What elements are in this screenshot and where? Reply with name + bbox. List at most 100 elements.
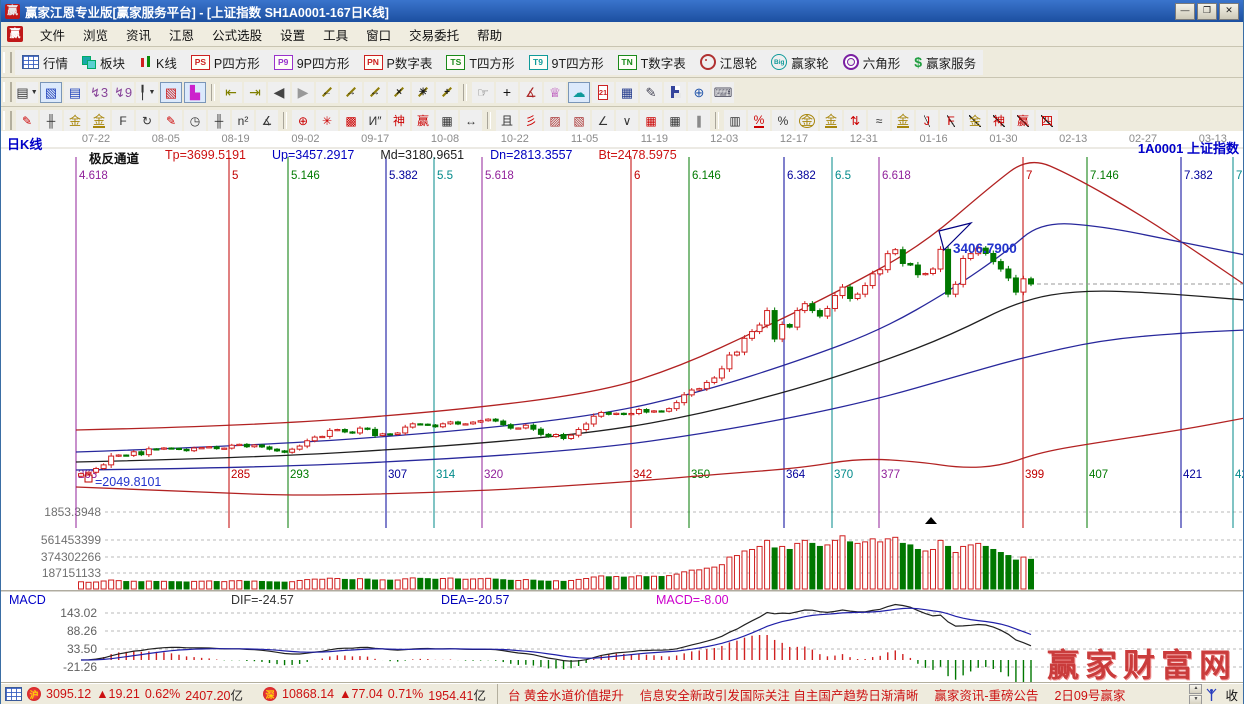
gold-comb-2-tool-button[interactable]: 金 [88, 110, 110, 131]
zoom-right-button[interactable]: → [340, 82, 362, 103]
zoom-left-button[interactable]: ← [316, 82, 338, 103]
spider-web-tool-button[interactable]: ▩ [340, 110, 362, 131]
info-panel-button[interactable]: ▤ [64, 82, 86, 103]
toolbar-winner-service-button[interactable]: $赢家服务 [907, 50, 983, 75]
comb-tool-button[interactable]: ╫ [40, 110, 62, 131]
toolbar-grip[interactable] [3, 82, 12, 102]
trend-lines-tool-button[interactable]: ∠ [592, 110, 614, 131]
notes-button[interactable]: ✎ [640, 82, 662, 103]
grid-arrow-tool-button[interactable]: ▦ [664, 110, 686, 131]
menu-item-browse[interactable]: 浏览 [74, 22, 117, 47]
parallel-lines-tool-button[interactable]: ∥ [688, 110, 710, 131]
page-prev-button[interactable]: ◀ [268, 82, 290, 103]
spin-up-icon[interactable]: ▲ [1189, 684, 1202, 694]
zoom-horizontal-button[interactable]: ↔ [364, 82, 386, 103]
zoom-compress-button[interactable]: × [388, 82, 410, 103]
quote-grid-icon[interactable] [5, 687, 22, 701]
toolbar-winner-wheel-button[interactable]: Big赢家轮 [764, 50, 836, 75]
smart-analysis-button[interactable]: ☁ [568, 82, 590, 103]
menu-item-gann[interactable]: 江恩 [160, 22, 203, 47]
toolbar-t-square-button[interactable]: TST四方形 [439, 50, 521, 75]
menu-item-tools[interactable]: 工具 [314, 22, 357, 47]
si-angle-tool-button[interactable]: 四 [1036, 110, 1058, 131]
circle-cross-tool-button[interactable]: ⊕ [292, 110, 314, 131]
ying-grid-tool-button[interactable]: 赢 [412, 110, 434, 131]
gold-levels-tool-button[interactable]: 金 [892, 110, 914, 131]
grid-123-tool-button[interactable]: ▦ [436, 110, 458, 131]
shen-angle-tool-button[interactable]: 神 [988, 110, 1010, 131]
gold-angle-tool-button[interactable]: 金 [964, 110, 986, 131]
overlay-mode-button[interactable]: ▧ [40, 82, 62, 103]
shen-grid-tool-button[interactable]: 神 [388, 110, 410, 131]
comb-2-tool-button[interactable]: ╫ [208, 110, 230, 131]
toolbar-quote-button[interactable]: 行情 [15, 50, 75, 75]
chart-area[interactable]: 07-2208-0508-1909-0209-1710-0810-2211-05… [1, 131, 1244, 683]
menu-item-file[interactable]: 文件 [31, 22, 74, 47]
brush-tool-button[interactable]: ✎ [16, 110, 38, 131]
volume-profile-button[interactable]: ▙ [184, 82, 206, 103]
gold-lines-tool-button[interactable]: 金 [820, 110, 842, 131]
shenzhen-market-icon[interactable]: 深 [263, 687, 277, 701]
menu-item-formula-pick[interactable]: 公式选股 [203, 22, 271, 47]
toolbar-t-number-table-button[interactable]: TNT数字表 [611, 50, 693, 75]
save-button[interactable] [664, 82, 686, 103]
toolbar-kline-button[interactable]: K线 [132, 50, 184, 75]
antenna-icon[interactable] [1205, 687, 1218, 702]
calculator-button[interactable]: ▦ [616, 82, 638, 103]
j-angle-tool-button[interactable]: J [916, 110, 938, 131]
zigzag-tool-button[interactable]: ∨ [616, 110, 638, 131]
last-page-button[interactable]: ⇥ [244, 82, 266, 103]
menu-item-window[interactable]: 窗口 [357, 22, 400, 47]
menu-item-news[interactable]: 资讯 [117, 22, 160, 47]
percent-tool-button[interactable]: % [772, 110, 794, 131]
toolbar-p-number-table-button[interactable]: PNP数字表 [357, 50, 440, 75]
purple-tool-button[interactable]: ♕ [544, 82, 566, 103]
updown-arrow-tool-button[interactable]: ⇅ [844, 110, 866, 131]
time-clock-tool-button[interactable]: ◷ [184, 110, 206, 131]
news-ticker[interactable]: 台 黄金水道价值提升 信息安全新政引发国际关注 自主国产趋势日渐清晰 赢家资讯-… [497, 684, 1185, 704]
red-grid-tool-button[interactable]: ▦ [640, 110, 662, 131]
hand-tool-button[interactable]: ☞ [472, 82, 494, 103]
red-fan-tool-button[interactable]: 彡 [520, 110, 542, 131]
toolbar-sectors-button[interactable]: 板块 [75, 50, 132, 75]
toolbar-grip[interactable] [3, 111, 12, 130]
ticker-spinner[interactable]: ▲▼ [1189, 684, 1202, 704]
toolbar-hexagon-button[interactable]: 六角形 [836, 50, 908, 75]
menu-item-trade-entrust[interactable]: 交易委托 [400, 22, 468, 47]
angle-measure-button[interactable]: ∡ [520, 82, 542, 103]
percent-line-tool-button[interactable]: % [748, 110, 770, 131]
single-candle-button[interactable]: ╿▼ [136, 82, 158, 103]
web-data-button[interactable]: ⊕ [688, 82, 710, 103]
toolbar-9t-square-button[interactable]: T99T四方形 [522, 50, 611, 75]
ma-line-3-button[interactable]: ↯3 [88, 82, 110, 103]
collapse-button[interactable]: 收 [1221, 685, 1242, 704]
maximize-button[interactable]: ❐ [1197, 3, 1217, 20]
fan-box-2-tool-button[interactable]: ▧ [568, 110, 590, 131]
gold-circle-tool-button[interactable]: 金 [796, 110, 818, 131]
toolbar-grip[interactable] [3, 52, 12, 73]
close-button[interactable]: ✕ [1219, 3, 1239, 20]
f-angle-tool-button[interactable]: F [940, 110, 962, 131]
red-brush-tool-button[interactable]: ✎ [160, 110, 182, 131]
pc-data-button[interactable]: ⌨ [712, 82, 734, 103]
first-page-button[interactable]: ⇤ [220, 82, 242, 103]
shanghai-market-icon[interactable]: 沪 [27, 687, 41, 701]
crosshair-tool-button[interactable]: + [496, 82, 518, 103]
menu-item-help[interactable]: 帮助 [468, 22, 511, 47]
toolbar-p-square-button[interactable]: PSP四方形 [184, 50, 267, 75]
gold-comb-tool-button[interactable]: 金 [64, 110, 86, 131]
minimize-button[interactable]: — [1175, 3, 1195, 20]
page-next-button[interactable]: ▶ [292, 82, 314, 103]
toolbar-9p-square-button[interactable]: P99P四方形 [267, 50, 357, 75]
gann-web-tool-button[interactable]: ✳ [316, 110, 338, 131]
angle-tool-button[interactable]: ∡ [256, 110, 278, 131]
n-squared-tool-button[interactable]: n² [232, 110, 254, 131]
ying-angle-tool-button[interactable]: 赢 [1012, 110, 1034, 131]
chip-distribution-button[interactable]: ▧ [160, 82, 182, 103]
chart-style-button[interactable]: ▤▼ [16, 82, 38, 103]
menu-item-settings[interactable]: 设置 [271, 22, 314, 47]
spin-down-icon[interactable]: ▼ [1189, 695, 1202, 704]
f-comb-tool-button[interactable]: F [112, 110, 134, 131]
zoom-full-button[interactable]: ✳ [412, 82, 434, 103]
calendar-button[interactable]: 21 [592, 82, 614, 103]
